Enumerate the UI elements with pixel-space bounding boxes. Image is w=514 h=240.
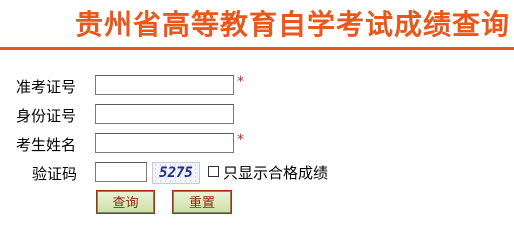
captcha-input[interactable] (95, 162, 147, 182)
reset-button[interactable]: 重置 (172, 190, 232, 214)
name-label: 考生姓名 (16, 136, 77, 154)
id-number-label: 身份证号 (16, 107, 77, 125)
exam-id-label: 准考证号 (16, 78, 77, 96)
name-row: 考生姓名 * (0, 132, 300, 157)
name-input[interactable] (95, 133, 234, 153)
id-number-row: 身份证号 (0, 104, 300, 128)
captcha-row: 验证码 5275 只显示合格成绩 (0, 162, 420, 186)
exam-id-required-mark: * (237, 74, 244, 90)
exam-id-input[interactable] (95, 75, 234, 95)
id-number-input[interactable] (95, 104, 234, 124)
captcha-label: 验证码 (32, 165, 78, 183)
captcha-code: 5275 (159, 165, 193, 181)
page-title: 贵州省高等教育自学考试成绩查询 (74, 8, 510, 41)
name-required-mark: * (237, 132, 244, 148)
captcha-image[interactable]: 5275 (152, 162, 200, 184)
query-button[interactable]: 查询 (96, 190, 155, 214)
title-divider (0, 47, 514, 50)
pass-only-label[interactable]: 只显示合格成绩 (223, 163, 328, 183)
exam-id-row: 准考证号 * (0, 74, 300, 99)
pass-only-checkbox[interactable] (208, 166, 219, 177)
